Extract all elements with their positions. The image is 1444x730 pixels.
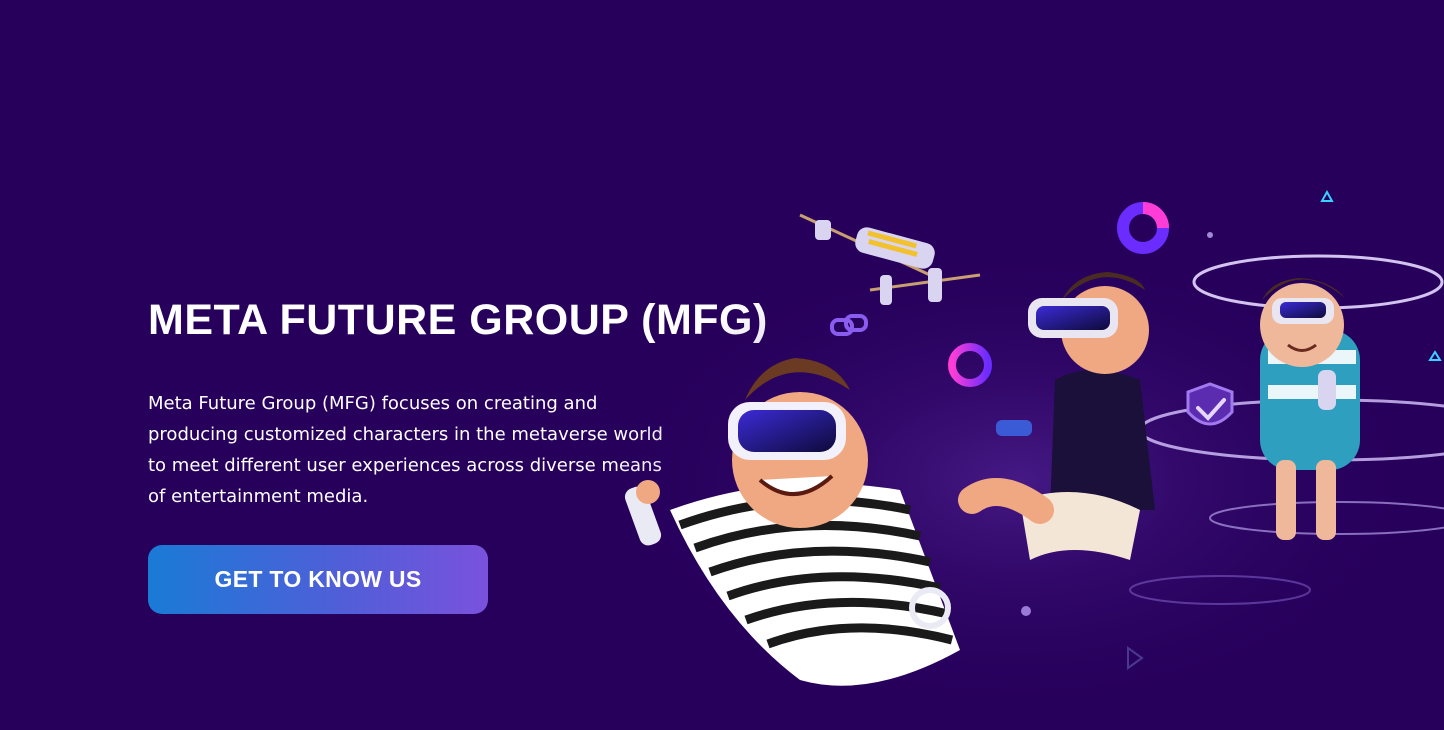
hero-description: Meta Future Group (MFG) focuses on creat… <box>148 393 663 507</box>
triangle-shape <box>1428 350 1442 361</box>
triangle-shape <box>1320 189 1334 202</box>
vr-characters-illustration <box>600 189 1444 720</box>
shield-check-icon <box>1186 382 1234 426</box>
dot-shape <box>1021 606 1031 616</box>
dot-shape <box>1207 232 1213 238</box>
get-to-know-us-button[interactable]: GET TO KNOW US <box>148 545 488 614</box>
hero-section: META FUTURE GROUP (MFG) Meta Future Grou… <box>0 0 1444 730</box>
donut-chart-shape <box>1117 202 1169 254</box>
